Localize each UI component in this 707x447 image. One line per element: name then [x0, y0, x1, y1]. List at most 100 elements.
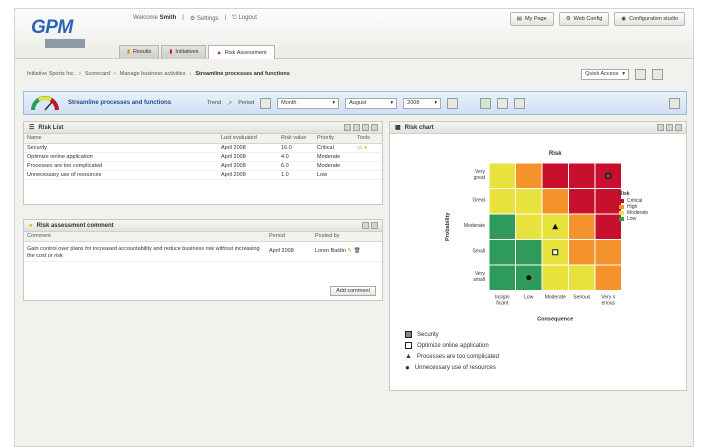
breadcrumb-item[interactable]: Scorecard: [85, 71, 110, 77]
edit-icon[interactable]: [362, 222, 369, 229]
dot-marker-icon: ●: [405, 363, 410, 372]
breadcrumb-item[interactable]: Manage business activities: [120, 71, 186, 77]
marker-item[interactable]: ● Unnecessary use of resources: [405, 362, 499, 373]
risk-cell: [541, 188, 569, 215]
app-frame: GPM Welcome Smith | ⚙ Settings | ⎋ Logou…: [14, 8, 694, 447]
minimize-icon[interactable]: [362, 124, 369, 131]
y-tick-label: Small: [472, 248, 485, 254]
marker-label: Unnecessary use of resources: [414, 364, 496, 371]
tab-initiatives[interactable]: ▮ Initiatives: [161, 45, 207, 58]
home-icon[interactable]: [635, 69, 646, 80]
x-tick-label-line: erious: [601, 301, 615, 307]
print-icon[interactable]: [652, 69, 663, 80]
table-header-row: Name Last evaluated Risk value Priority …: [24, 134, 382, 144]
marker-item[interactable]: ▲ Processes are too complicated: [405, 351, 499, 362]
add-icon[interactable]: [480, 97, 492, 109]
risk-name[interactable]: Processes are too complicated: [24, 161, 218, 171]
separator: |: [182, 15, 184, 21]
minimize-icon[interactable]: [371, 222, 378, 229]
configuration-studio-label: Configuration studio: [629, 16, 678, 22]
risk-cell: [488, 264, 516, 291]
chevron-down-icon: ▾: [332, 99, 336, 106]
risk-cell: [568, 213, 596, 240]
flag-icon: ▮: [169, 49, 173, 55]
risk-name[interactable]: Unnecessary use of resources: [24, 170, 218, 180]
chart-title: Risk: [549, 151, 562, 157]
add-comment-button[interactable]: Add comment: [330, 286, 376, 296]
x-tick-label: Low: [524, 295, 534, 301]
comment-author-cell: Loren Baldin ✎ 🗑: [312, 241, 382, 262]
previous-period-icon[interactable]: [260, 97, 272, 109]
y-tick-label: Moderate: [464, 223, 485, 229]
risk-cell: [488, 188, 516, 215]
month-select[interactable]: August ▾: [345, 97, 398, 109]
legend-swatch: [619, 199, 624, 203]
breadcrumb-item[interactable]: Initiative Sports Inc.: [27, 71, 75, 77]
risk-name[interactable]: Optimize online application: [24, 152, 218, 162]
edit-icon[interactable]: ✎: [347, 248, 352, 254]
page-icon: ▤: [516, 16, 522, 22]
legend-label: Low: [627, 216, 637, 222]
legend-items: Critical High Moderate Low: [619, 198, 648, 222]
y-tick-label: Very great: [474, 169, 486, 181]
period-type-select[interactable]: Month ▾: [277, 97, 340, 109]
year-select[interactable]: 2008 ▾: [403, 97, 442, 109]
column-header-last-evaluated[interactable]: Last evaluated: [218, 134, 278, 144]
column-header-tools: Tools: [354, 134, 382, 144]
close-icon[interactable]: [675, 124, 682, 131]
welcome-prefix: Welcome: [133, 15, 158, 21]
x-tick-label-line: Moderate: [545, 295, 566, 301]
x-tick-label-line: ficant: [496, 301, 509, 307]
grid-icon[interactable]: [514, 97, 526, 109]
legend-swatch: [619, 205, 624, 209]
edit-icon[interactable]: [353, 124, 360, 131]
edit-icon[interactable]: [657, 124, 664, 131]
risk-list-title: Risk List: [38, 124, 64, 131]
square-marker-icon: [405, 331, 412, 338]
table-row[interactable]: Security April 2008 16.0 Critical ▭ ●: [24, 143, 382, 153]
tab-label: Risk Assessment: [224, 49, 267, 56]
warning-icon[interactable]: ●: [364, 145, 367, 151]
column-header-priority[interactable]: Priority: [314, 134, 354, 144]
row-tools: [354, 152, 382, 162]
add-icon[interactable]: [344, 124, 351, 131]
table-row[interactable]: Optimize online application April 2008 4…: [24, 152, 382, 162]
marker-item[interactable]: Security: [405, 329, 499, 340]
x-tick-label: Serious: [573, 295, 590, 301]
configuration-studio-button[interactable]: ◉ Configuration studio: [614, 12, 685, 26]
risk-comment-panel: ● Risk assessment comment Comment Period…: [23, 219, 383, 301]
risk-cell: [541, 264, 569, 291]
globe-icon: ◉: [621, 16, 627, 22]
column-header-name[interactable]: Name: [24, 134, 218, 144]
risk-name[interactable]: Security: [24, 143, 218, 153]
panel-tools: [362, 222, 378, 229]
logo: GPM: [31, 17, 73, 38]
marker-item[interactable]: Optimize online application: [405, 340, 499, 351]
tab-results[interactable]: ▮ Results: [119, 45, 160, 58]
trend-arrow-icon: ↗: [227, 100, 233, 107]
comment-author: Loren Baldin: [315, 248, 346, 254]
settings-icon[interactable]: [669, 97, 680, 109]
quick-access-select[interactable]: Quick Access ▾: [581, 69, 629, 80]
table-row[interactable]: Unnecessary use of resources April 2008 …: [24, 170, 382, 180]
next-period-icon[interactable]: [447, 97, 459, 109]
risk-cell: [515, 188, 543, 215]
tab-risk-assessment[interactable]: ▲ Risk Assessment: [208, 45, 275, 59]
risk-list-panel: ☰ Risk List Name Last evaluated Risk val…: [23, 121, 383, 205]
delete-icon[interactable]: 🗑: [354, 248, 361, 254]
settings-link[interactable]: ⚙ Settings: [190, 15, 219, 22]
y-tick-label: Great: [472, 197, 485, 203]
column-header-risk-value[interactable]: Risk value: [278, 134, 314, 144]
risk-marker-square: [605, 172, 612, 179]
edit-icon[interactable]: [497, 97, 509, 109]
panel-tools: [344, 124, 378, 131]
my-page-button[interactable]: ▤ My Page: [509, 12, 554, 26]
web-config-button[interactable]: ⚙ Web Config: [558, 12, 610, 26]
comment-icon[interactable]: ▭: [357, 145, 362, 151]
y-tick-label: Very small: [473, 271, 485, 283]
logout-link[interactable]: ⎋ Logout: [232, 15, 257, 22]
chart-icon: ▦: [395, 125, 401, 131]
minimize-icon[interactable]: [666, 124, 673, 131]
close-icon[interactable]: [371, 124, 378, 131]
table-row[interactable]: Processes are too complicated April 2008…: [24, 161, 382, 171]
